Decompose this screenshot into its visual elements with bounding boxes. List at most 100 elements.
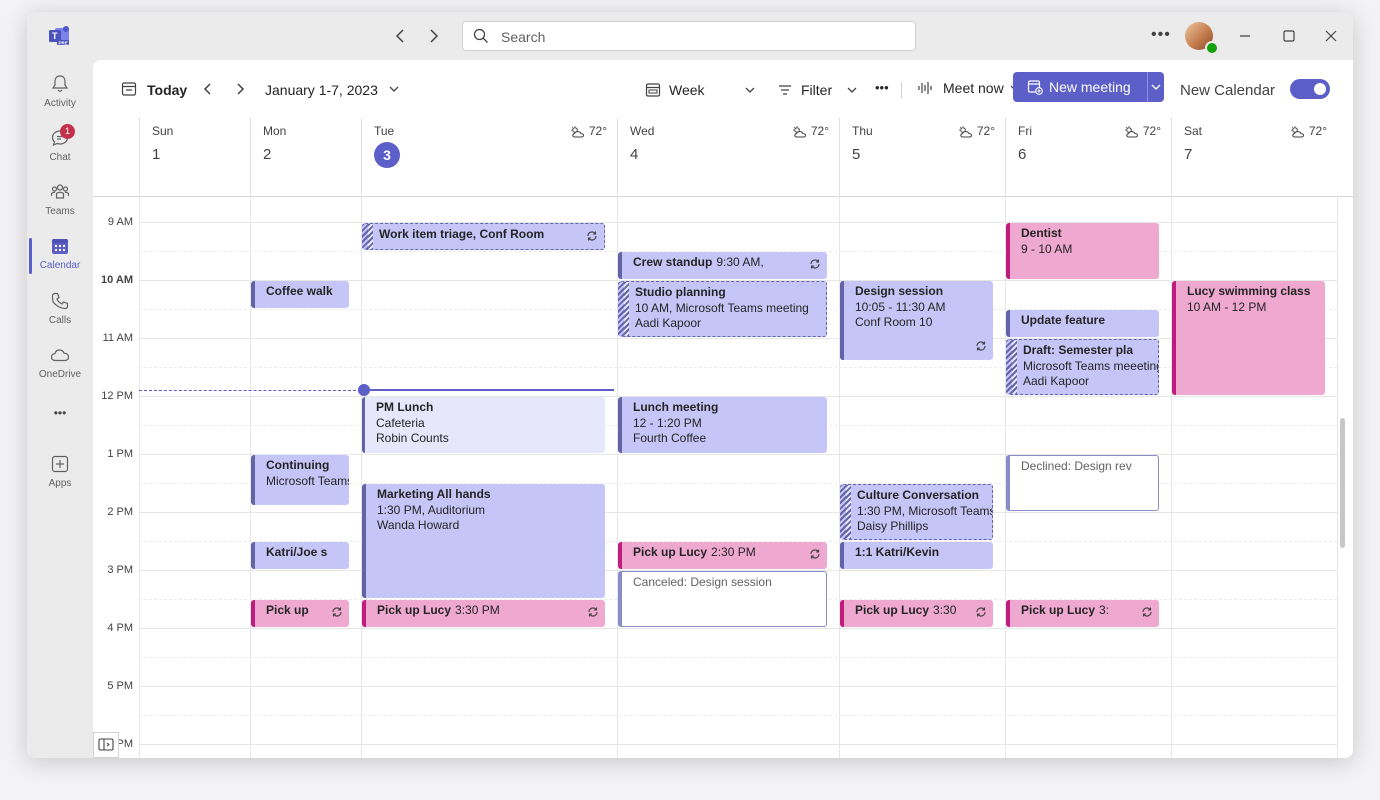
vertical-scrollbar[interactable]: [1340, 418, 1345, 548]
event-pick-up-mon[interactable]: Pick up: [251, 600, 349, 627]
event-declined-design-review[interactable]: Declined: Design rev: [1006, 455, 1159, 511]
event-pick-up-lucy-thu[interactable]: Pick up Lucy 3:30: [840, 600, 993, 627]
event-lunch-meeting[interactable]: Lunch meeting 12 - 1:20 PM Fourth Coffee: [618, 397, 827, 453]
event-time-text: 2:30 PM: [711, 545, 756, 559]
event-title: Continuing: [266, 458, 330, 472]
partly-cloudy-icon: [1290, 124, 1309, 138]
half-hour-line: [139, 715, 1337, 716]
rail-item-apps[interactable]: Apps: [27, 450, 93, 504]
day-name: Thu: [852, 124, 873, 138]
minimize-icon[interactable]: [1235, 26, 1255, 46]
event-crew-standup[interactable]: Crew standup 9:30 AM,: [618, 252, 827, 279]
toolbar-more-icon[interactable]: •••: [875, 80, 889, 95]
calendar-main: Today January 1-7, 2023 Week Filter ••• …: [93, 60, 1353, 758]
event-canceled-design-session[interactable]: Canceled: Design session: [618, 571, 827, 627]
toolbar-divider: [901, 82, 902, 98]
current-time-dot: [358, 384, 370, 396]
header-divider: [93, 196, 1353, 197]
event-studio-planning[interactable]: Studio planning 10 AM, Microsoft Teams me…: [618, 281, 827, 337]
meet-now-button[interactable]: Meet now: [917, 78, 1023, 100]
day-header-fri[interactable]: Fri 6 72°: [1005, 118, 1171, 196]
recurring-icon: [975, 606, 987, 623]
filter-icon: [779, 85, 791, 95]
event-coffee-walk[interactable]: Coffee walk: [251, 281, 349, 308]
event-title: Marketing All hands: [377, 487, 491, 501]
next-week-icon[interactable]: [231, 80, 249, 98]
maximize-icon[interactable]: [1279, 26, 1299, 46]
rail-item-teams[interactable]: Teams: [27, 178, 93, 232]
weather-forecast: 72°: [1290, 124, 1327, 138]
day-name: Tue: [374, 124, 395, 138]
event-title: Draft: Semester pla: [1023, 343, 1134, 357]
event-title: Katri/Joe s: [266, 545, 328, 559]
search-icon: [473, 28, 488, 43]
event-dentist[interactable]: Dentist 9 - 10 AM: [1006, 223, 1159, 279]
recurring-icon: [975, 340, 987, 357]
time-label: 3 PM: [107, 564, 133, 576]
new-meeting-dropdown[interactable]: [1147, 72, 1164, 102]
close-icon[interactable]: [1321, 26, 1341, 46]
event-update-feature[interactable]: Update feature: [1006, 310, 1159, 337]
audio-wave-icon: [918, 82, 932, 94]
event-design-session[interactable]: Design session 10:05 - 11:30 AM Conf Room …: [840, 281, 993, 361]
previous-week-icon[interactable]: [199, 80, 217, 98]
hour-line: [139, 628, 1337, 629]
event-title: Canceled: Design session: [633, 575, 772, 589]
today-date-marker: 3: [374, 142, 400, 168]
event-culture-conversation[interactable]: Culture Conversation 1:30 PM, Microsoft T…: [840, 484, 993, 540]
filter-button[interactable]: Filter: [777, 80, 867, 100]
time-label: 1 PM: [107, 448, 133, 460]
recurring-icon: [1141, 606, 1153, 623]
chevron-down-icon[interactable]: [387, 82, 401, 96]
event-title: Update feature: [1021, 313, 1106, 327]
event-continuing[interactable]: Continuing Microsoft Teams: [251, 455, 349, 506]
day-header-tue[interactable]: Tue 3 72°: [361, 118, 617, 196]
day-header-sun[interactable]: Sun 1: [139, 118, 250, 196]
view-selector[interactable]: Week: [645, 80, 755, 100]
forward-arrow-icon[interactable]: [421, 24, 445, 48]
chevron-down-icon: [847, 87, 857, 93]
event-lucy-swimming[interactable]: Lucy swimming class 10 AM - 12 PM: [1172, 281, 1325, 395]
filter-label: Filter: [801, 82, 833, 98]
date-range[interactable]: January 1-7, 2023: [265, 82, 378, 98]
back-arrow-icon[interactable]: [389, 24, 413, 48]
today-label: Today: [147, 82, 188, 98]
event-title-text: Pick up Lucy: [633, 545, 708, 559]
day-header-wed[interactable]: Wed 4 72°: [617, 118, 839, 196]
rail-label: Activity: [44, 98, 76, 109]
weather-forecast: 72°: [570, 124, 607, 138]
rail-item-more[interactable]: •••: [27, 406, 93, 430]
search-input[interactable]: [499, 22, 903, 52]
event-draft-semester-plan[interactable]: Draft: Semester pla Microsoft Teams meeet…: [1006, 339, 1159, 395]
event-pick-up-lucy-tue[interactable]: Pick up Lucy 3:30 PM: [362, 600, 605, 627]
day-header-thu[interactable]: Thu 5 72°: [839, 118, 1005, 196]
rail-item-chat[interactable]: 1 Chat: [27, 124, 93, 178]
day-header-mon[interactable]: Mon 2: [250, 118, 361, 196]
chat-unread-badge: 1: [60, 124, 75, 139]
event-pick-up-lucy-fri[interactable]: Pick up Lucy 3:: [1006, 600, 1159, 627]
week-view-icon: [645, 83, 661, 97]
search-box[interactable]: [462, 21, 916, 52]
weather-forecast: 72°: [1124, 124, 1161, 138]
event-katri-kevin[interactable]: 1:1 Katri/Kevin: [840, 542, 993, 569]
event-pick-up-lucy-wed[interactable]: Pick up Lucy 2:30 PM: [618, 542, 827, 569]
day-header-sat[interactable]: Sat 7 72°: [1171, 118, 1337, 196]
event-marketing-all-hands[interactable]: Marketing All hands 1:30 PM, Auditorium Wa…: [362, 484, 605, 598]
event-katri-joe[interactable]: Katri/Joe s: [251, 542, 349, 569]
add-apps-icon: [51, 455, 69, 473]
more-options-icon[interactable]: •••: [1151, 26, 1171, 44]
new-calendar-toggle[interactable]: [1290, 79, 1330, 99]
bell-icon: [51, 75, 69, 92]
event-detail: Conf Room 10: [855, 315, 933, 329]
collapse-pane-button[interactable]: [93, 732, 119, 758]
calendar-toolbar: Today January 1-7, 2023 Week Filter ••• …: [93, 60, 1353, 118]
rail-item-onedrive[interactable]: OneDrive: [27, 341, 93, 395]
new-meeting-button[interactable]: New meeting: [1013, 72, 1147, 102]
partly-cloudy-icon: [570, 124, 589, 138]
event-pm-lunch[interactable]: PM Lunch Cafeteria Robin Counts: [362, 397, 605, 453]
rail-item-calls[interactable]: Calls: [27, 287, 93, 341]
rail-item-calendar[interactable]: Calendar: [27, 232, 93, 286]
rail-item-activity[interactable]: Activity: [27, 70, 93, 124]
svg-text:PRE: PRE: [59, 40, 68, 45]
event-work-item-triage[interactable]: Work item triage, Conf Room: [362, 223, 605, 250]
